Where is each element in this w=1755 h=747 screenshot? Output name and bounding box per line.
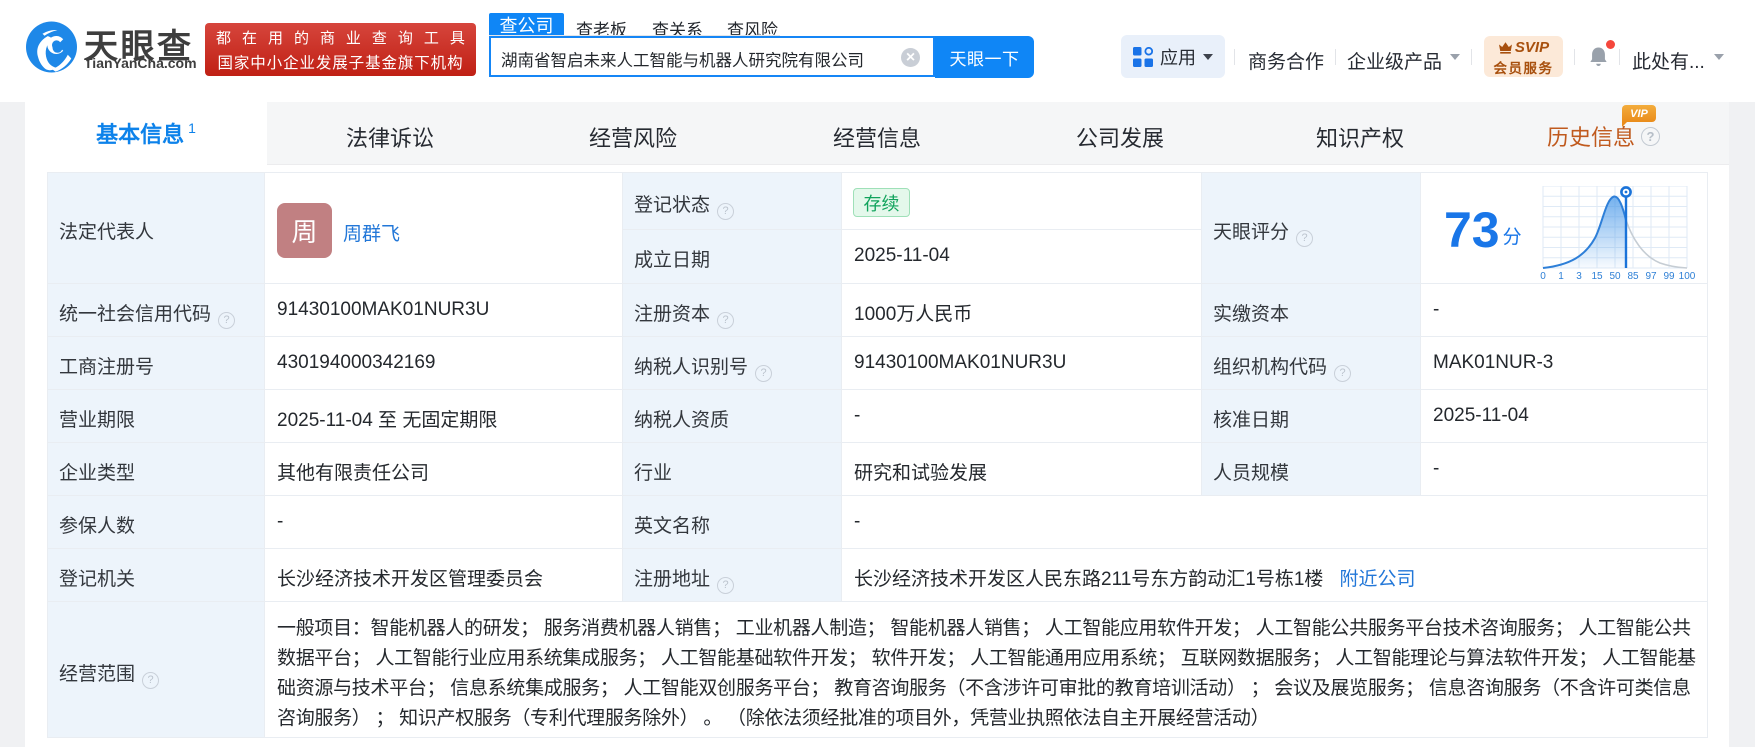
svg-text:15: 15 bbox=[1591, 271, 1603, 281]
svg-text:85: 85 bbox=[1627, 271, 1639, 281]
svg-text:50: 50 bbox=[1609, 271, 1621, 281]
svg-text:99: 99 bbox=[1663, 271, 1675, 281]
svg-text:1: 1 bbox=[1558, 271, 1564, 281]
svg-text:3: 3 bbox=[1576, 271, 1582, 281]
svg-text:97: 97 bbox=[1645, 271, 1657, 281]
svg-text:100: 100 bbox=[1679, 271, 1696, 281]
svg-text:0: 0 bbox=[1540, 271, 1546, 281]
